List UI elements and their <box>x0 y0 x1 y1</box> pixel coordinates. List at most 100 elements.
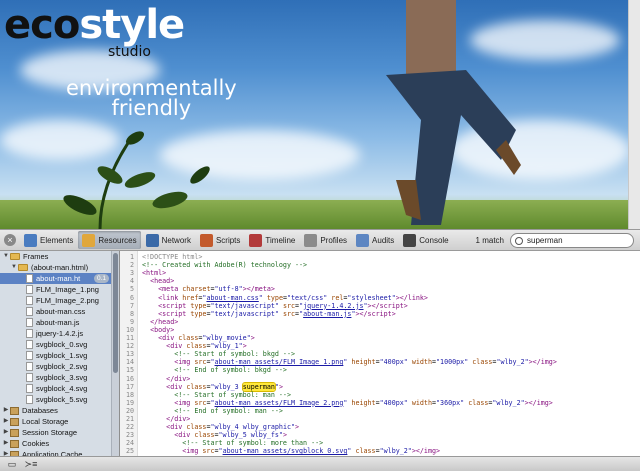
code-text: <!-- Start of symbol: man --> <box>174 390 291 399</box>
tab-label: Resources <box>98 235 137 245</box>
code-text: <script type="text/javascript" src="jque… <box>158 301 408 310</box>
sidebar-file-item[interactable]: svgblock_5.svg <box>0 394 119 405</box>
code-text: <!-- Created with Adobe(R) technology --… <box>142 261 308 270</box>
code-text: <!-- Start of symbol: bkgd --> <box>174 350 296 359</box>
sidebar-file-item[interactable]: FLM_Image_1.png <box>0 284 119 295</box>
file-icon <box>26 395 33 404</box>
code-text: <body> <box>150 325 175 334</box>
code-text: <img src="about-man_assets/svgblock_0.sv… <box>182 447 441 456</box>
sidebar-item-label: (about-man.html) <box>31 263 89 272</box>
resources-icon <box>82 233 96 247</box>
code-text: <div class="wlby_1"> <box>166 342 247 351</box>
file-name: about-man.ht <box>36 274 81 283</box>
sidebar-file-item[interactable]: svgblock_4.svg <box>0 383 119 394</box>
code-text: <!-- End of symbol: bkgd --> <box>174 366 287 375</box>
sidebar-section-label: Databases <box>22 406 58 415</box>
close-inspector-icon[interactable]: × <box>4 234 16 246</box>
sidebar-file-item[interactable]: about-man.css <box>0 306 119 317</box>
sidebar-file-item[interactable]: svgblock_3.svg <box>0 372 119 383</box>
source-code-view[interactable]: 1 <!DOCTYPE html> 2 <!-- Created with Adobe… <box>120 251 640 456</box>
tab-resources[interactable]: Resources <box>78 231 141 249</box>
page-scrollbar[interactable] <box>628 0 640 229</box>
sidebar-file-item[interactable]: about-man.js <box>0 317 119 328</box>
sidebar-section-local-storage[interactable]: ▶ Local Storage <box>0 416 119 427</box>
tab-label: Elements <box>40 235 74 245</box>
tagline-line-1: environmentally <box>66 76 237 100</box>
tab-label: Audits <box>372 235 395 245</box>
file-name: svgblock_3.svg <box>36 373 88 382</box>
tab-label: Profiles <box>320 235 348 245</box>
disclosure-closed-icon: ▶ <box>3 451 9 456</box>
storage-icon <box>10 439 19 448</box>
sidebar-file-item[interactable]: svgblock_1.svg <box>0 350 119 361</box>
sidebar-section-label: Local Storage <box>22 417 69 426</box>
storage-icon <box>10 406 19 415</box>
sidebar-item-frames[interactable]: ▼ Frames <box>0 251 119 262</box>
tagline-line-2: friendly <box>111 96 192 120</box>
sidebar-file-item[interactable]: FLM_Image_2.png <box>0 295 119 306</box>
tab-elements[interactable]: Elements <box>20 231 77 249</box>
code-text: <meta charset="utf-8"></meta> <box>158 285 275 294</box>
file-icon <box>26 373 33 382</box>
search-match-count: 1 match <box>475 236 504 245</box>
sidebar-scroll-thumb[interactable] <box>113 253 118 373</box>
logo-studio-text: studio <box>108 44 151 60</box>
tab-console[interactable]: Console <box>399 231 452 249</box>
sidebar-section-session-storage[interactable]: ▶ Session Storage <box>0 427 119 438</box>
file-name: svgblock_5.svg <box>36 395 88 404</box>
console-icon <box>403 233 417 247</box>
sidebar-file-item[interactable]: svgblock_2.svg <box>0 361 119 372</box>
code-text: <!DOCTYPE html> <box>142 253 203 261</box>
code-text: </div> <box>166 374 191 383</box>
sidebar-scrollbar[interactable] <box>111 251 119 456</box>
sidebar-section-cookies[interactable]: ▶ Cookies <box>0 438 119 449</box>
disclosure-closed-icon: ▶ <box>3 440 9 446</box>
sidebar-section-label: Cookies <box>22 439 50 448</box>
code-text: <html> <box>142 269 167 278</box>
code-text: <div class="wlby_4 wlby_graphic"> <box>166 423 300 432</box>
inspector-toolbar: × Elements Resources Network Scripts Timelin… <box>0 229 640 251</box>
profiles-icon <box>304 233 318 247</box>
code-text: <div class="wlby_3 superman"> <box>166 381 283 392</box>
tab-label: Timeline <box>265 235 296 245</box>
logo-eco-text: eco <box>4 2 80 48</box>
network-icon <box>145 233 159 247</box>
file-icon <box>26 329 33 338</box>
browser-window: ecostyle studio environmentally friendly… <box>0 0 640 471</box>
disclosure-closed-icon: ▶ <box>3 418 9 424</box>
sidebar-file-item[interactable]: svgblock_0.svg <box>0 339 119 350</box>
console-toggle-icon[interactable]: ≻≡ <box>24 459 38 470</box>
tab-timeline[interactable]: Timeline <box>245 231 299 249</box>
code-text: <div class="wlby_movie"> <box>158 334 255 342</box>
sidebar-file-item[interactable]: jquery-1.4.2.js <box>0 328 119 339</box>
storage-icon <box>10 428 19 437</box>
timeline-icon <box>249 233 263 247</box>
tab-label: Scripts <box>215 235 241 245</box>
code-text: <!-- End of symbol: man --> <box>174 406 283 415</box>
file-name: jquery-1.4.2.js <box>36 329 84 338</box>
tab-scripts[interactable]: Scripts <box>196 231 244 249</box>
code-text: <link href="about-man.css" type="text/cs… <box>158 293 428 302</box>
search-icon <box>515 236 523 245</box>
file-name: svgblock_1.svg <box>36 351 88 360</box>
sidebar-file-item[interactable]: about-man.ht 0.1 <box>0 273 119 284</box>
inspector-status-bar: ▭ ≻≡ <box>0 456 640 471</box>
code-text: <head> <box>150 277 175 286</box>
sidebar-item-frame[interactable]: ▼ (about-man.html) <box>0 262 119 273</box>
file-icon <box>26 318 33 327</box>
sidebar-section-label: Session Storage <box>22 428 78 437</box>
tab-profiles[interactable]: Profiles <box>300 231 351 249</box>
site-logo[interactable]: ecostyle <box>4 2 185 48</box>
file-icon <box>26 362 33 371</box>
folder-icon <box>18 264 28 271</box>
file-icon <box>26 274 33 283</box>
dock-toggle-icon[interactable]: ▭ <box>5 459 19 470</box>
sidebar-section-databases[interactable]: ▶ Databases <box>0 405 119 416</box>
disclosure-open-icon: ▼ <box>11 264 17 270</box>
code-text: <div class="wlby_5 wlby_fs"> <box>174 431 287 440</box>
search-input[interactable]: superman <box>510 233 634 248</box>
tab-audits[interactable]: Audits <box>352 231 398 249</box>
code-text: <!-- Start of symbol: more than --> <box>182 439 324 448</box>
tab-network[interactable]: Network <box>142 231 195 249</box>
sidebar-section-application-cache[interactable]: ▶ Application Cache <box>0 449 119 456</box>
